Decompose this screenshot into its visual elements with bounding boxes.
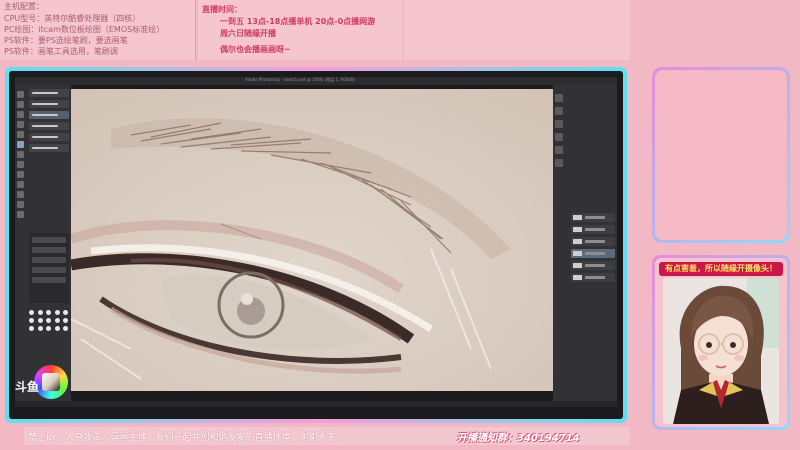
stream-info-panel: 主机配置： CPU型号：英特尔酷睿处理器（四核） PC绘图：itcam数位板绘图…: [0, 0, 196, 60]
eye-painting: [71, 89, 553, 391]
brush-preset-selected[interactable]: [29, 111, 69, 119]
layer-thumbnail-icon: [573, 227, 582, 232]
blur-tool-icon[interactable]: [17, 171, 24, 178]
brush-tip[interactable]: [54, 318, 60, 323]
swatches-icon[interactable]: [555, 120, 563, 128]
hand-tool-icon[interactable]: [17, 201, 24, 208]
layer-thumbnail-icon: [573, 215, 582, 220]
text-tool-icon[interactable]: [17, 191, 24, 198]
side-panel: [652, 67, 790, 243]
info-line: PS软件：画笔工具选用，笔刷调: [4, 47, 118, 56]
layer-row[interactable]: [571, 225, 615, 234]
setting-row[interactable]: [32, 277, 66, 283]
info-line: 主机配置：: [4, 2, 44, 11]
brush-tip[interactable]: [63, 318, 69, 323]
brush-tip[interactable]: [37, 310, 43, 315]
brush-tool-icon[interactable]: [17, 141, 24, 148]
brush-preset[interactable]: [29, 122, 69, 130]
zoom-tool-icon[interactable]: [17, 211, 24, 218]
brush-tip[interactable]: [54, 326, 60, 331]
blank-info-panel: [404, 0, 630, 60]
bottom-banner: 禁止ky、人身攻击、辱骂主播，我们一起共创和谐友爱的直播环境，谢谢大家！ 开播通…: [24, 427, 630, 445]
layer-list: [571, 213, 615, 285]
schedule-title: 直播时间：: [202, 5, 242, 14]
app-window-title: Adobe Photoshop - sketch.psd @ 100% (图层 …: [245, 77, 355, 82]
paths-icon[interactable]: [555, 159, 563, 167]
brush-tip[interactable]: [29, 326, 34, 331]
brush-tip[interactable]: [46, 318, 52, 323]
layer-thumbnail-icon: [573, 275, 582, 280]
webcam-feed: [663, 278, 779, 424]
brush-tip[interactable]: [46, 326, 52, 331]
marquee-tool-icon[interactable]: [17, 101, 24, 108]
brush-tip-grid: [29, 310, 69, 331]
brush-presets: [29, 89, 69, 155]
schedule-line: 周六日随缘开播: [220, 29, 276, 38]
layer-thumbnail-icon: [573, 251, 582, 256]
screen-capture: Adobe Photoshop - sketch.psd @ 100% (图层 …: [9, 71, 623, 419]
history-icon[interactable]: [555, 94, 563, 102]
setting-row[interactable]: [32, 237, 66, 243]
eraser-tool-icon[interactable]: [17, 151, 24, 158]
schedule-panel: 直播时间： 一到五 13点-18点播单机 20点-0点播网游 周六日随缘开播 偶…: [198, 0, 402, 60]
tool-panel: [15, 85, 71, 401]
brush-tip[interactable]: [37, 326, 43, 331]
pen-tool-icon[interactable]: [17, 181, 24, 188]
layer-row-selected[interactable]: [571, 249, 615, 258]
schedule-line: 一到五 13点-18点播单机 20点-0点播网游: [220, 17, 376, 26]
setting-row[interactable]: [32, 267, 66, 273]
panel-icons: [555, 91, 569, 172]
chat-rules-notice: 禁止ky、人身攻击、辱骂主播，我们一起共创和谐友爱的直播环境，谢谢大家！: [28, 433, 345, 443]
info-line: PS软件：要PS选绘笔刷，要选画笔: [4, 36, 128, 45]
layer-row[interactable]: [571, 261, 615, 270]
info-line: CPU型号：英特尔酷睿处理器（四核）: [4, 14, 141, 23]
properties-icon[interactable]: [555, 133, 563, 141]
setting-row[interactable]: [32, 257, 66, 263]
brush-settings-panel: [29, 233, 69, 303]
layer-row[interactable]: [571, 273, 615, 282]
brush-tip[interactable]: [54, 310, 60, 315]
layer-row[interactable]: [571, 213, 615, 222]
layers-panel: [553, 85, 617, 401]
brush-tip[interactable]: [29, 310, 34, 315]
brush-preset[interactable]: [29, 89, 69, 97]
adjustment-icon[interactable]: [555, 107, 563, 115]
schedule-line: 偶尔也会播画画呀~: [220, 45, 291, 54]
app-titlebar[interactable]: Adobe Photoshop - sketch.psd @ 100% (图层 …: [15, 77, 617, 85]
streamer-avatar: [663, 278, 779, 424]
brush-tip[interactable]: [46, 310, 52, 315]
setting-row[interactable]: [32, 247, 66, 253]
brush-tip[interactable]: [63, 326, 69, 331]
eyedropper-tool-icon[interactable]: [17, 131, 24, 138]
status-bar: [15, 401, 617, 407]
webcam-frame: 有点害羞，所以随缘开摄像头！: [652, 255, 790, 430]
color-wheel-icon[interactable]: [34, 365, 68, 399]
lasso-tool-icon[interactable]: [17, 111, 24, 118]
camera-banner: 有点害羞，所以随缘开摄像头！: [659, 262, 783, 276]
crop-tool-icon[interactable]: [17, 121, 24, 128]
layer-row[interactable]: [571, 237, 615, 246]
toolbar: [17, 89, 26, 221]
stream-frame: Adobe Photoshop - sketch.psd @ 100% (图层 …: [5, 67, 627, 423]
layer-thumbnail-icon: [573, 263, 582, 268]
brush-preset[interactable]: [29, 100, 69, 108]
info-line: PC绘图：itcam数位板绘图（EMOS标准绘）: [4, 25, 165, 34]
brush-preset[interactable]: [29, 144, 69, 152]
brush-tip[interactable]: [37, 318, 43, 323]
move-tool-icon[interactable]: [17, 91, 24, 98]
fan-group-notice: 开播通知群：340194714: [457, 433, 580, 444]
douyu-logo: 斗鱼: [15, 380, 40, 394]
info-icon[interactable]: [555, 146, 563, 154]
layer-thumbnail-icon: [573, 239, 582, 244]
brush-tip[interactable]: [29, 318, 34, 323]
brush-tip[interactable]: [63, 310, 69, 315]
drawing-canvas[interactable]: [71, 89, 553, 391]
gradient-tool-icon[interactable]: [17, 161, 24, 168]
brush-preset[interactable]: [29, 133, 69, 141]
